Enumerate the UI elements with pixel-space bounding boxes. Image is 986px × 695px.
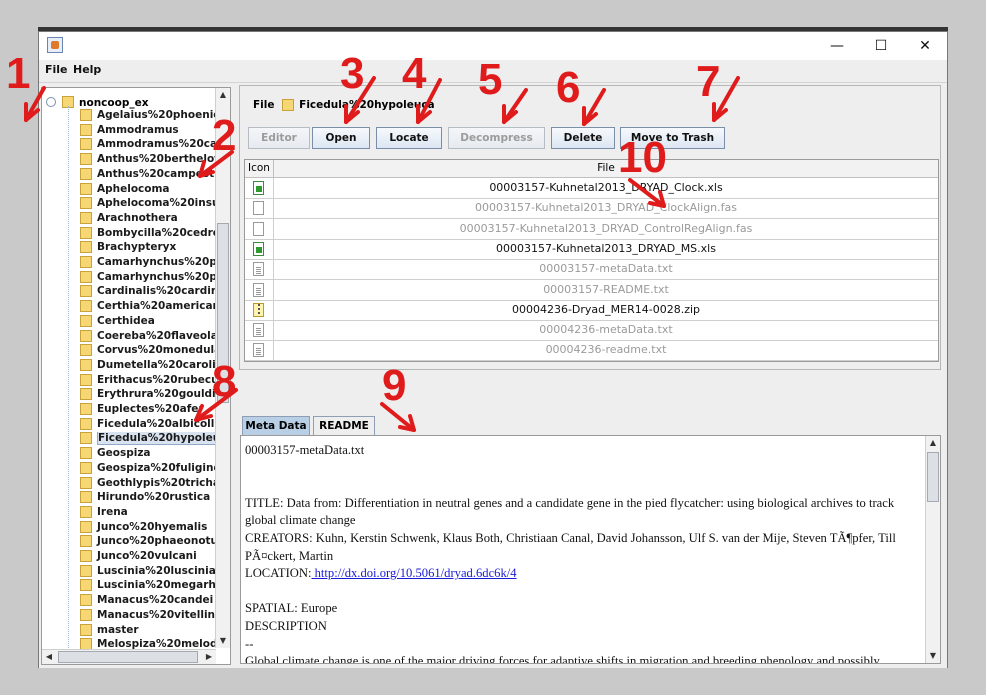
- annotation-1: 1: [6, 49, 31, 98]
- annotation-10: 10: [618, 133, 667, 182]
- annotation-8: 8: [212, 357, 237, 406]
- annotation-2: 2: [212, 111, 237, 160]
- annotation-3: 3: [340, 49, 365, 98]
- annotation-5: 5: [478, 55, 503, 104]
- annotation-4: 4: [402, 49, 427, 98]
- annotation-6: 6: [556, 63, 581, 112]
- annotation-7: 7: [696, 57, 721, 106]
- annotation-arrows: [24, 76, 740, 432]
- annotation-9: 9: [382, 361, 407, 410]
